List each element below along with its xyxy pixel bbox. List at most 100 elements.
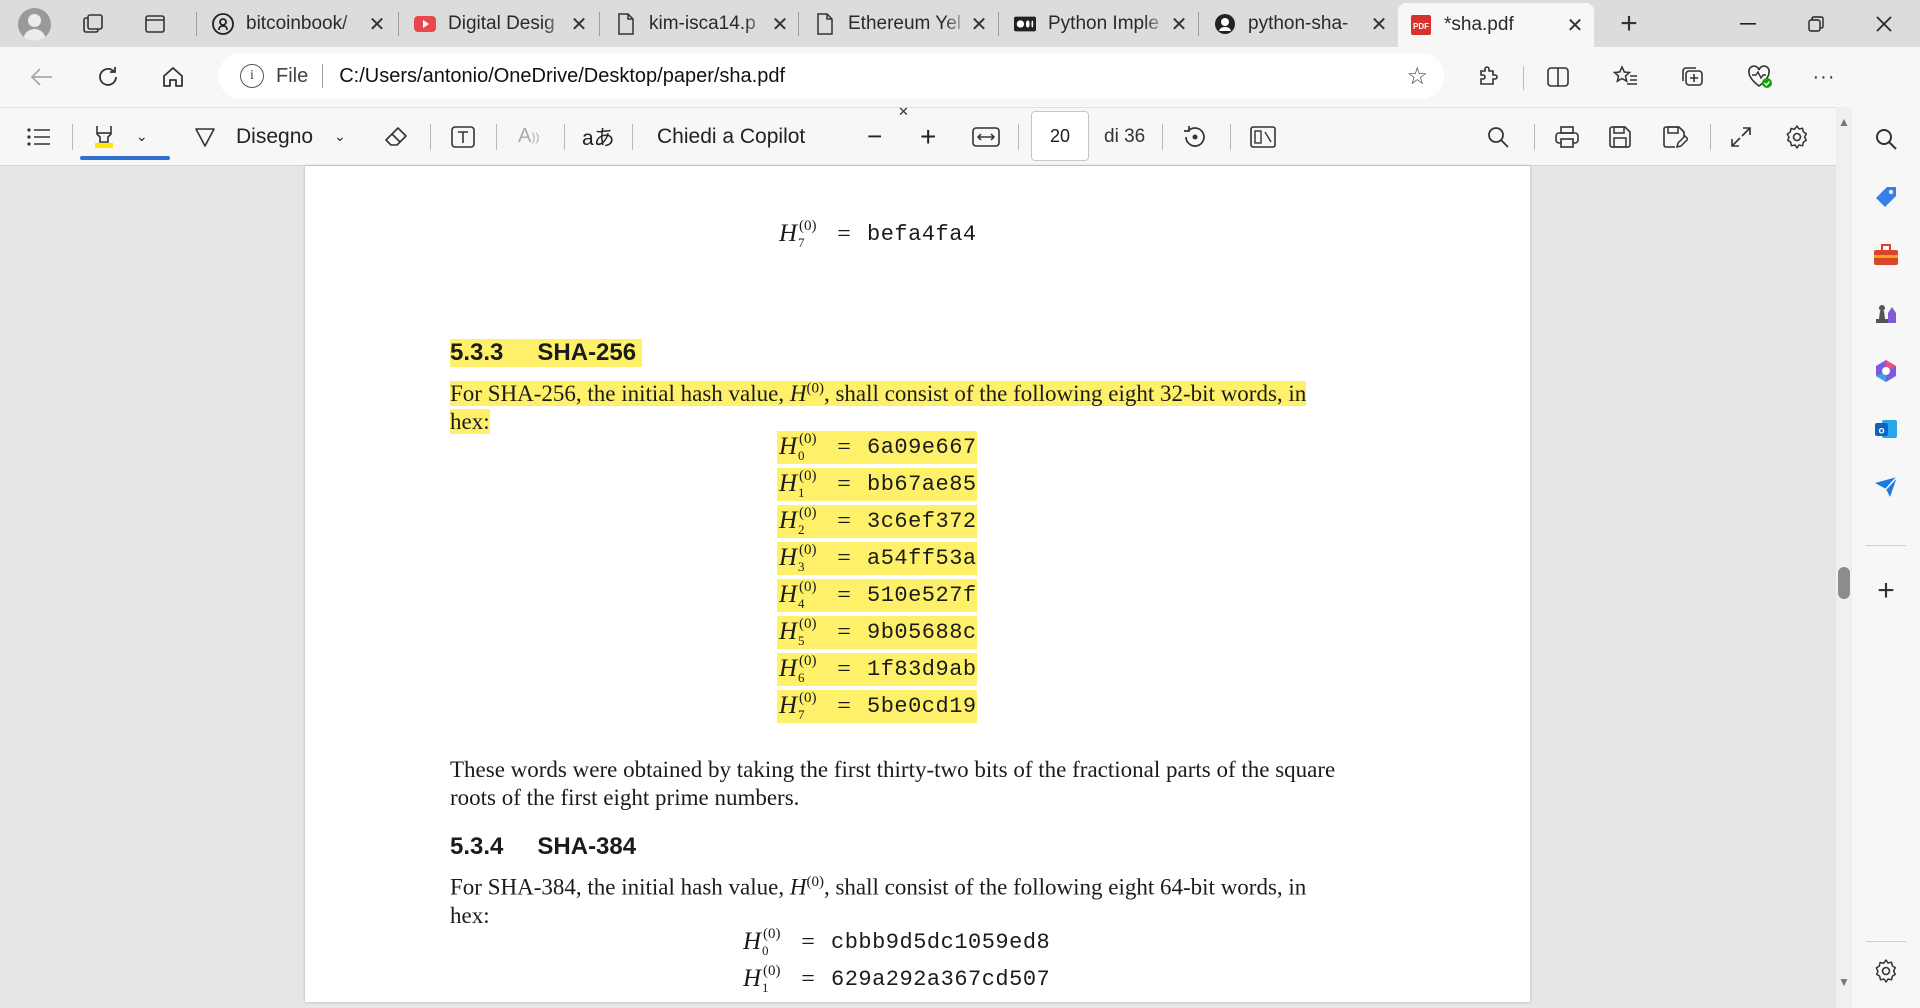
pdf-viewer[interactable]: H (0) 7 = befa4fa4 5.3.3 SHA-256 For SHA-25…	[0, 166, 1836, 1008]
tab-title: kim-isca14.p	[649, 13, 756, 34]
hash-word-value: 3c6ef372	[867, 509, 977, 534]
sidebar-search-icon[interactable]	[1868, 121, 1904, 157]
pdf-icon: PDF	[1410, 14, 1432, 36]
profile-avatar[interactable]	[18, 8, 51, 41]
settings-gear-icon[interactable]	[1784, 108, 1810, 165]
page-number-input[interactable]: 20	[1031, 111, 1089, 161]
pdf-page: H (0) 7 = befa4fa4 5.3.3 SHA-256 For SHA-25…	[305, 166, 1530, 1002]
extensions-icon[interactable]	[1470, 59, 1506, 95]
new-tab-button[interactable]: +	[1614, 7, 1644, 40]
zoom-out-button[interactable]: −	[867, 108, 882, 165]
hash-word-value: bb67ae85	[867, 472, 977, 497]
hash-word-value: 1f83d9ab	[867, 657, 977, 682]
document-icon	[615, 13, 637, 35]
add-sidebar-app-icon[interactable]: +	[1868, 573, 1904, 609]
rotate-icon[interactable]	[1182, 108, 1208, 165]
tab-ethereum[interactable]: Ethereum Yel ✕	[802, 6, 998, 42]
tab-close-button[interactable]: ✕	[1368, 12, 1390, 37]
document-icon	[814, 13, 836, 35]
tab-close-button[interactable]: ✕	[1564, 13, 1586, 38]
scroll-thumb[interactable]	[1838, 567, 1850, 599]
workspaces-icon[interactable]	[78, 10, 108, 38]
tools-briefcase-icon[interactable]	[1868, 237, 1904, 273]
tab-close-button[interactable]: ✕	[769, 12, 791, 37]
zoom-in-button[interactable]: +	[920, 108, 936, 165]
collections-icon[interactable]	[1675, 59, 1711, 95]
tab-close-button[interactable]: ✕	[366, 12, 388, 37]
favorite-star-icon[interactable]: ☆	[1406, 62, 1428, 91]
youtube-icon	[414, 13, 436, 35]
scroll-down-arrow-icon[interactable]: ▼	[1838, 975, 1850, 989]
tab-bitcoinbook[interactable]: bitcoinbook/ ✕	[200, 6, 396, 42]
hash-word-value: 9b05688c	[867, 620, 977, 645]
add-text-icon[interactable]	[450, 108, 476, 165]
refresh-button[interactable]	[90, 59, 126, 95]
section-533-intro: For SHA-256, the initial hash value, H(0…	[450, 380, 1307, 434]
github-icon	[212, 13, 234, 35]
section-heading-5-3-4: 5.3.4 SHA-384	[450, 833, 637, 860]
tab-digital-design[interactable]: Digital Desig ✕	[402, 6, 598, 42]
save-icon[interactable]	[1608, 108, 1632, 165]
tab-close-button[interactable]: ✕	[568, 12, 590, 37]
home-button[interactable]	[155, 59, 191, 95]
tab-title: bitcoinbook/	[246, 13, 348, 34]
page-total-label: di 36	[1104, 125, 1146, 147]
dismiss-icon[interactable]: ✕	[898, 104, 909, 120]
page-view-icon[interactable]	[1250, 108, 1276, 165]
vertical-tabs-icon[interactable]	[140, 10, 170, 38]
equation-row: H (0) 2 = 3c6ef372	[777, 505, 977, 538]
tab-close-button[interactable]: ✕	[1168, 12, 1190, 37]
equation-row: H (0) 0 = 6a09e667	[777, 431, 977, 464]
full-screen-icon[interactable]	[1730, 108, 1752, 165]
medium-icon	[1014, 13, 1036, 35]
tab-title: Digital Desig	[448, 13, 555, 34]
info-icon[interactable]: i	[240, 64, 264, 88]
draw-label[interactable]: Disegno	[236, 108, 313, 165]
tab-strip: bitcoinbook/ ✕ Digital Desig ✕ kim-isca1…	[0, 0, 1920, 47]
read-aloud-icon[interactable]: A))	[518, 108, 539, 165]
restore-button[interactable]	[1788, 0, 1844, 47]
tab-title: python-sha-	[1248, 13, 1349, 34]
equation-row: H (0) 1 = 629a292a367cd507	[743, 963, 1051, 995]
tab-title: Python Imple	[1048, 13, 1159, 34]
browser-essentials-icon[interactable]	[1742, 59, 1778, 95]
vertical-scrollbar[interactable]: ▲ ▼	[1836, 107, 1852, 1008]
tab-python-sha[interactable]: python-sha- ✕	[1202, 6, 1398, 42]
hash-word-value: 5be0cd19	[867, 694, 977, 719]
translate-icon[interactable]: aあ	[582, 108, 615, 165]
scroll-up-arrow-icon[interactable]: ▲	[1838, 115, 1850, 129]
more-options-icon[interactable]: ···	[1806, 59, 1842, 95]
minimize-button[interactable]	[1720, 0, 1776, 47]
search-icon[interactable]	[1486, 108, 1510, 165]
favorites-icon[interactable]	[1608, 59, 1644, 95]
sidebar-settings-gear-icon[interactable]	[1868, 953, 1904, 989]
send-telegram-icon[interactable]	[1868, 469, 1904, 505]
draw-dropdown-chevron-icon[interactable]: ⌄	[334, 108, 346, 165]
tab-kim-isca14[interactable]: kim-isca14.p ✕	[603, 6, 799, 42]
shopping-tag-icon[interactable]	[1868, 179, 1904, 215]
split-screen-icon[interactable]	[1540, 59, 1576, 95]
tab-sha-pdf[interactable]: PDF *sha.pdf ✕	[1398, 3, 1594, 47]
print-icon[interactable]	[1554, 108, 1580, 165]
ask-copilot-button[interactable]: Chiedi a Copilot	[657, 108, 805, 165]
microsoft-365-icon[interactable]	[1868, 353, 1904, 389]
tab-title: Ethereum Yel	[848, 13, 962, 34]
games-chess-icon[interactable]	[1868, 295, 1904, 331]
contents-list-icon[interactable]	[26, 108, 52, 165]
close-window-button[interactable]	[1856, 0, 1912, 47]
back-button[interactable]	[24, 59, 60, 95]
fit-width-icon[interactable]	[972, 108, 1000, 165]
tab-python-impl[interactable]: Python Imple ✕	[1002, 6, 1198, 42]
equation-row: H (0) 7 = befa4fa4	[779, 218, 977, 250]
hash-word-value: cbbb9d5dc1059ed8	[831, 930, 1051, 955]
url-text[interactable]: C:/Users/antonio/OneDrive/Desktop/paper/…	[339, 65, 785, 88]
svg-text:o: o	[1878, 426, 1884, 437]
section-534-intro: For SHA-384, the initial hash value, H(0…	[450, 874, 1307, 928]
save-as-icon[interactable]	[1662, 108, 1688, 165]
outlook-icon[interactable]: o	[1868, 411, 1904, 447]
hash-word-value: befa4fa4	[867, 222, 977, 247]
eraser-icon[interactable]	[384, 108, 408, 165]
draw-icon[interactable]	[194, 108, 216, 165]
tab-close-button[interactable]: ✕	[968, 12, 990, 37]
address-bar[interactable]: i File C:/Users/antonio/OneDrive/Desktop…	[218, 53, 1444, 99]
